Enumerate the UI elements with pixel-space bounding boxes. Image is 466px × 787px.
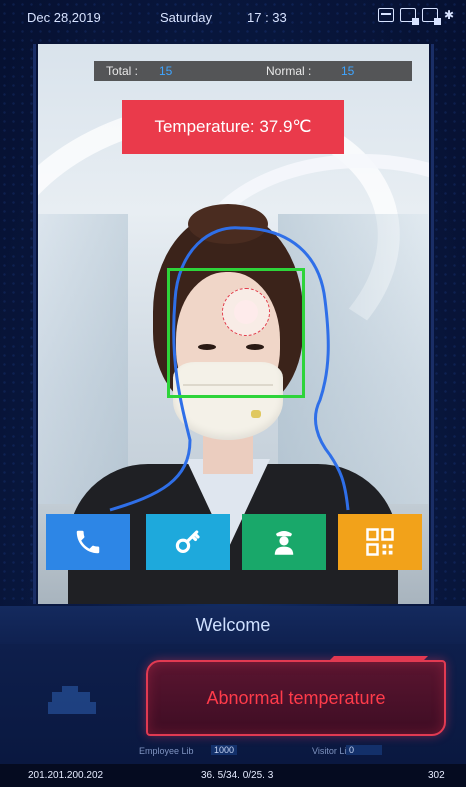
qr-code-button[interactable] xyxy=(338,514,422,570)
visitor-lib-value: 0 xyxy=(346,745,382,755)
unlock-button[interactable] xyxy=(146,514,230,570)
welcome-text: Welcome xyxy=(195,614,271,635)
alert-text: Abnormal temperature xyxy=(206,687,386,708)
call-button[interactable] xyxy=(46,514,130,570)
library-counts: Employee Lib 1000 Visitor Lib 0 xyxy=(0,744,466,760)
security-guard-button[interactable] xyxy=(242,514,326,570)
device-ip: 201.201.200.202 xyxy=(28,770,104,781)
kiosk-screen: Dec 28,2019 Saturday 17 : 33 ✱ Total: 1… xyxy=(0,0,466,787)
qr-code-icon xyxy=(366,528,394,556)
counter-bar: Total : 15 Normal : 15 xyxy=(94,61,412,81)
employee-lib-value: 1000 xyxy=(211,745,238,755)
captured-portrait-thumbnail xyxy=(48,686,96,714)
normal-value: 15 xyxy=(341,64,355,78)
forehead-measure-circle xyxy=(222,288,270,336)
key-icon xyxy=(175,530,200,553)
welcome-bar: Welcome xyxy=(0,606,466,644)
normal-label: Normal : xyxy=(266,64,312,78)
footer-bar: 201.201.200.202 36. 5/34. 0/25. 3 302 xyxy=(0,764,466,787)
device-number: 302 xyxy=(428,770,445,781)
guard-icon xyxy=(274,531,294,555)
phone-icon xyxy=(76,530,100,554)
employee-lib-label: Employee Lib xyxy=(139,746,194,756)
temperature-banner: Temperature: 37.9℃ xyxy=(122,100,344,154)
total-label: Total : xyxy=(106,64,139,78)
sensor-readings: 36. 5/34. 0/25. 3 xyxy=(201,770,274,781)
abnormal-temperature-alert: Abnormal temperature xyxy=(146,660,446,736)
total-value: 15 xyxy=(159,64,173,78)
